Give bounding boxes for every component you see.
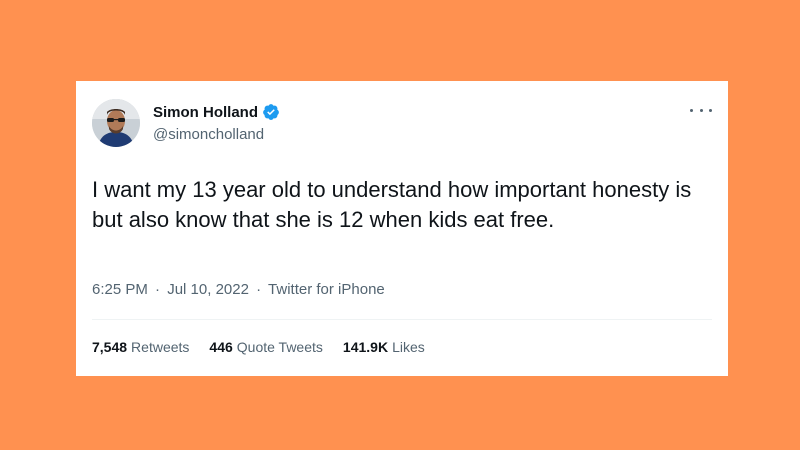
author-display-name[interactable]: Simon Holland <box>153 104 258 121</box>
avatar-image <box>92 99 140 147</box>
tweet-text: I want my 13 year old to understand how … <box>92 177 692 232</box>
likes-stat[interactable]: 141.9K Likes <box>343 339 425 355</box>
quote-tweets-label: Quote Tweets <box>236 339 323 355</box>
more-dot <box>699 108 703 112</box>
tweet-source[interactable]: Twitter for iPhone <box>268 281 385 298</box>
quote-tweets-count: 446 <box>209 339 233 355</box>
retweets-label: Retweets <box>131 339 190 355</box>
divider <box>92 319 712 320</box>
more-dot <box>709 108 712 112</box>
tweet-time[interactable]: 6:25 PM <box>92 281 148 298</box>
more-dot <box>690 108 693 112</box>
verified-badge-icon <box>262 103 280 121</box>
meta-separator: · <box>155 281 161 298</box>
author-name-row: Simon Holland <box>153 103 280 121</box>
retweets-stat[interactable]: 7,548 Retweets <box>92 339 189 355</box>
author-handle[interactable]: @simoncholland <box>153 126 264 143</box>
likes-label: Likes <box>392 339 425 355</box>
tweet-stats: 7,548 Retweets 446 Quote Tweets 141.9K Like… <box>92 339 425 355</box>
more-options-icon[interactable] <box>690 103 712 117</box>
likes-count: 141.9K <box>342 339 389 355</box>
avatar[interactable] <box>92 99 140 147</box>
tweet-meta: 6:25 PM · Jul 10, 2022 · Twitter for iPh… <box>92 281 385 298</box>
tweet-date[interactable]: Jul 10, 2022 <box>167 281 249 298</box>
tweet-card: Simon Holland @simoncholland I want my 1… <box>76 81 728 376</box>
retweets-count: 7,548 <box>92 339 128 355</box>
quote-tweets-stat[interactable]: 446 Quote Tweets <box>209 339 323 355</box>
meta-separator: · <box>256 281 262 298</box>
